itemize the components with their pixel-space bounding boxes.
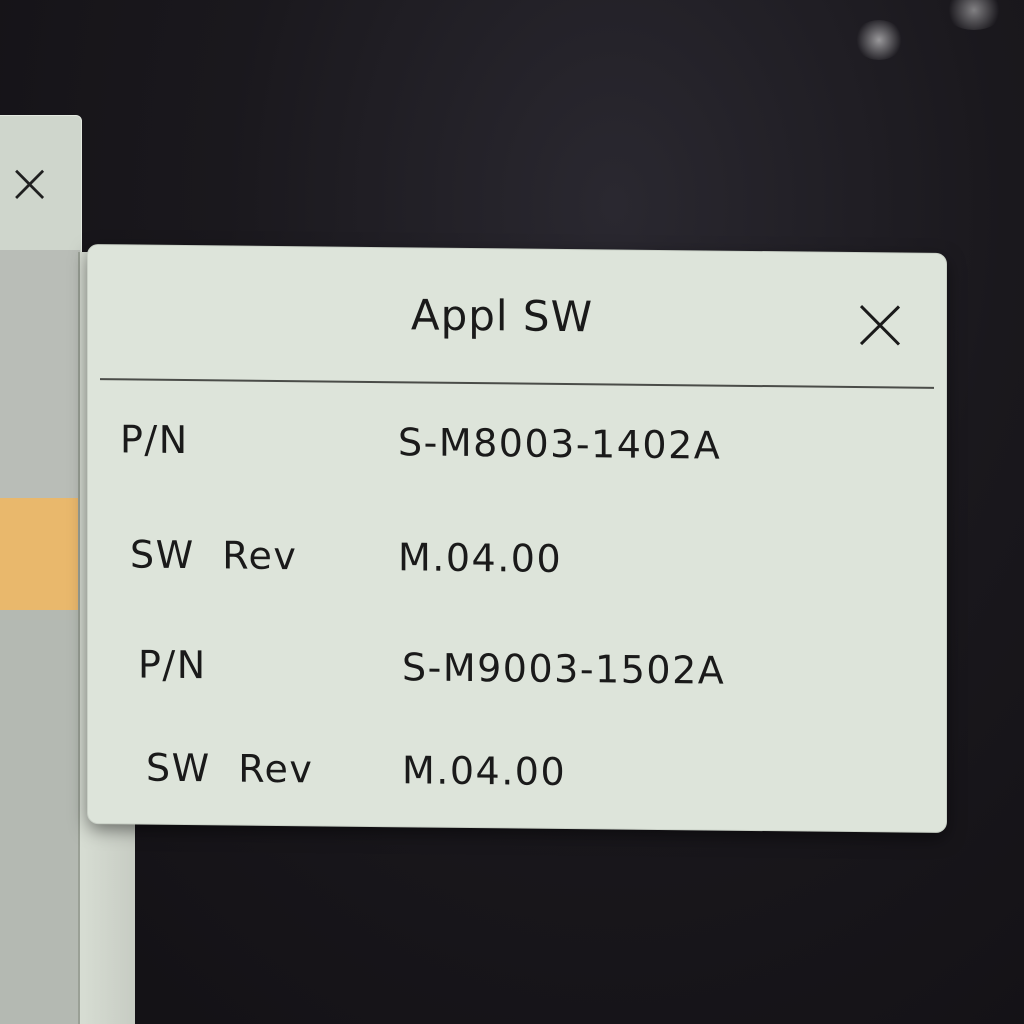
- pn-value: S-M9003-1502A: [402, 645, 726, 693]
- dialog-header: Appl SW: [100, 245, 934, 389]
- pn-value: S-M8003-1402A: [398, 420, 722, 468]
- appl-sw-dialog: Appl SW P/N S-M8003-1402A SW Rev M.04.00…: [88, 245, 946, 832]
- close-icon: [859, 305, 901, 346]
- sw-rev-value: M.04.00: [402, 748, 567, 795]
- dialog-title: Appl SW: [410, 290, 594, 342]
- sw-rev-value: M.04.00: [398, 535, 563, 581]
- pn-label: P/N: [120, 417, 189, 463]
- background-close-icon[interactable]: ×: [6, 156, 53, 212]
- pn-label: P/N: [138, 642, 207, 688]
- close-button[interactable]: [858, 303, 902, 347]
- background-window: ×: [0, 115, 82, 257]
- screen-glare: [854, 20, 904, 60]
- screen-glare: [944, 0, 1004, 30]
- sw-rev-label: SW Rev: [146, 745, 314, 792]
- sw-rev-label: SW Rev: [130, 532, 298, 579]
